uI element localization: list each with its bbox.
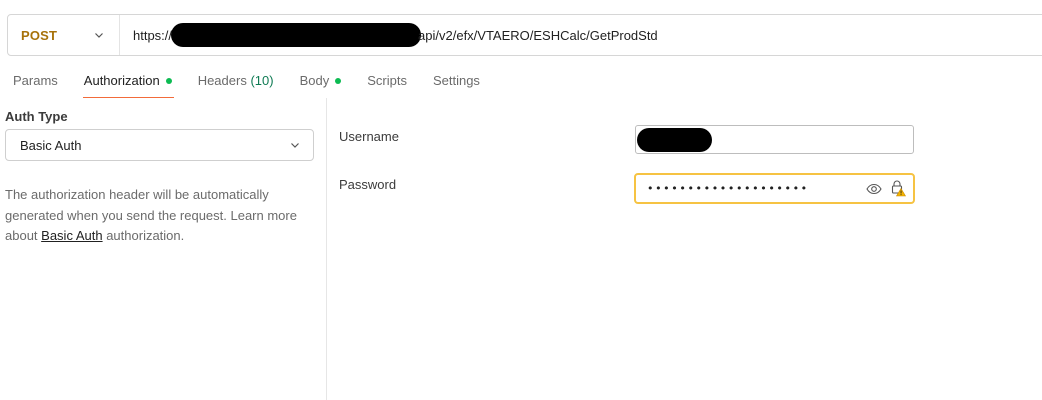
auth-type-label: Auth Type: [5, 109, 68, 124]
username-label: Username: [339, 129, 399, 144]
tab-scripts[interactable]: Scripts: [354, 64, 420, 98]
password-label: Password: [339, 177, 397, 192]
tab-label: Scripts: [367, 73, 407, 88]
chevron-down-icon: [289, 139, 301, 151]
username-field[interactable]: [635, 125, 914, 154]
lock-warning-icon[interactable]: [890, 179, 906, 197]
tab-label: Headers: [197, 73, 247, 88]
tab-body[interactable]: Body: [287, 64, 355, 98]
tab-label: Body: [299, 73, 330, 88]
tab-settings[interactable]: Settings: [420, 64, 493, 98]
url-bar: POST https:// api/v2/efx/VTAERO/ESHCalc/…: [7, 14, 1042, 56]
tab-headers[interactable]: Headers (10): [185, 64, 287, 98]
chevron-down-icon: [93, 29, 105, 41]
auth-type-select[interactable]: Basic Auth: [5, 129, 314, 161]
tab-label: Authorization: [83, 73, 160, 88]
password-value: ••••••••••••••••••••: [647, 182, 809, 195]
headers-count: (10): [250, 73, 274, 88]
request-editor: POST https:// api/v2/efx/VTAERO/ESHCalc/…: [0, 0, 1042, 400]
basic-auth-link[interactable]: Basic Auth: [41, 228, 102, 243]
url-path: api/v2/efx/VTAERO/ESHCalc/GetProdStd: [418, 27, 658, 43]
tab-authorization[interactable]: Authorization: [71, 64, 185, 98]
eye-icon[interactable]: [866, 181, 882, 197]
password-field[interactable]: ••••••••••••••••••••: [634, 173, 915, 204]
redacted-host: [171, 23, 422, 47]
status-dot: [165, 78, 172, 84]
tab-label: Params: [13, 73, 58, 88]
panel-divider: [326, 98, 327, 400]
tab-params[interactable]: Params: [0, 64, 71, 98]
auth-type-value: Basic Auth: [20, 137, 82, 153]
method-select[interactable]: POST: [8, 15, 120, 55]
url-prefix: https://: [133, 27, 173, 43]
status-dot: [335, 78, 342, 84]
tab-label: Settings: [432, 73, 480, 88]
redacted-username: [637, 128, 712, 152]
request-tabs: Params Authorization Headers (10) Body S…: [0, 64, 493, 98]
auth-description: The authorization header will be automat…: [5, 185, 305, 247]
url-input[interactable]: https:// api/v2/efx/VTAERO/ESHCalc/GetPr…: [120, 15, 1042, 55]
auth-desc-tail: authorization.: [102, 228, 185, 243]
method-label: POST: [21, 27, 58, 43]
